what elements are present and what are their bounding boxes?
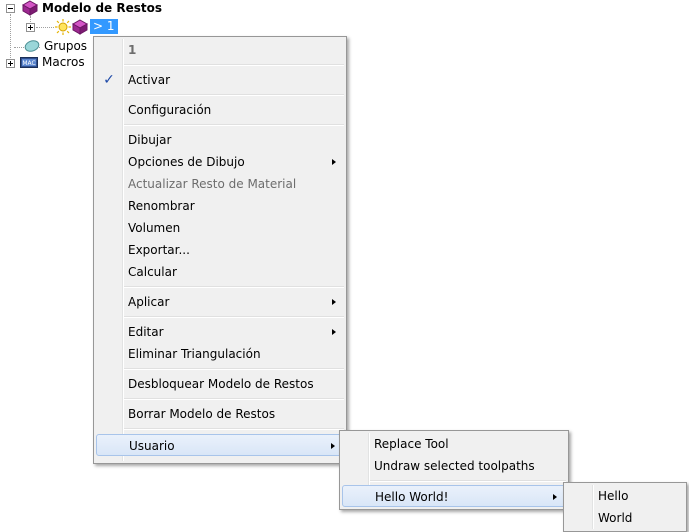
menu-item-label: Hello (598, 489, 629, 503)
menu-item-volumen[interactable]: Volumen (96, 217, 344, 239)
menu-item-label: Activar (128, 73, 171, 87)
menu-item-label: Actualizar Resto de Material (128, 177, 297, 191)
menu-item-renombrar[interactable]: Renombrar (96, 195, 344, 217)
menu-item-undraw-toolpaths[interactable]: Undraw selected toolpaths (342, 455, 566, 477)
menu-separator (124, 316, 344, 318)
menu-item-hello[interactable]: Hello (566, 485, 684, 507)
menu-item-label: Editar (128, 325, 164, 339)
menu-separator (370, 480, 566, 482)
menu-separator (124, 64, 344, 66)
usuario-submenu: Replace Tool Undraw selected toolpaths H… (339, 430, 569, 510)
menu-item-label: Eliminar Triangulación (128, 347, 261, 361)
menu-item-label: Configuración (128, 103, 212, 117)
svg-text:MAC: MAC (22, 60, 35, 67)
menu-item-label: Borrar Modelo de Restos (128, 407, 276, 421)
menu-separator (124, 94, 344, 96)
menu-header-item: 1 (96, 39, 344, 61)
tree-connector (10, 14, 11, 64)
submenu-arrow-icon (332, 329, 336, 335)
menu-item-activar[interactable]: ✓ Activar (96, 69, 344, 91)
expand-toggle[interactable] (26, 23, 35, 32)
menu-item-exportar[interactable]: Exportar... (96, 239, 344, 261)
menu-item-label: Volumen (128, 221, 181, 235)
menu-item-label: Exportar... (128, 243, 190, 257)
menu-item-borrar[interactable]: Borrar Modelo de Restos (96, 403, 344, 425)
menu-item-aplicar[interactable]: Aplicar (96, 291, 344, 313)
context-menu: 1 ✓ Activar Configuración Dibujar Opcion… (93, 36, 347, 464)
stock-model-icon (71, 19, 89, 35)
tree-groups-label[interactable]: Grupos (44, 39, 87, 53)
menu-item-label: Opciones de Dibujo (128, 155, 245, 169)
submenu-arrow-icon (331, 443, 335, 449)
submenu-arrow-icon (332, 299, 336, 305)
submenu-arrow-icon (553, 494, 557, 500)
menu-item-label: World (598, 511, 633, 525)
menu-item-usuario[interactable]: Usuario (96, 434, 344, 456)
menu-item-label: Usuario (129, 439, 175, 453)
expand-toggle[interactable] (6, 59, 15, 68)
menu-separator (124, 428, 344, 430)
menu-item-desbloquear[interactable]: Desbloquear Modelo de Restos (96, 373, 344, 395)
menu-item-label: Calcular (128, 265, 177, 279)
menu-item-eliminar-triangulacion[interactable]: Eliminar Triangulación (96, 343, 344, 365)
groups-icon (24, 40, 40, 52)
active-light-icon (55, 19, 71, 35)
menu-item-label: Hello World! (375, 490, 449, 504)
menu-item-label: Replace Tool (374, 437, 449, 451)
menu-item-actualizar-resto: Actualizar Resto de Material (96, 173, 344, 195)
tree-child-selected[interactable]: > 1 (90, 19, 118, 34)
tree-macros-label[interactable]: Macros (42, 55, 85, 69)
menu-item-calcular[interactable]: Calcular (96, 261, 344, 283)
menu-separator (124, 398, 344, 400)
stock-model-icon (21, 0, 39, 16)
menu-item-hello-world[interactable]: Hello World! (342, 485, 566, 507)
menu-item-label: Dibujar (128, 133, 172, 147)
menu-separator (124, 286, 344, 288)
menu-separator (124, 368, 344, 370)
menu-item-label: Undraw selected toolpaths (374, 459, 535, 473)
menu-item-label: Aplicar (128, 295, 170, 309)
menu-header-label: 1 (128, 43, 137, 57)
menu-item-label: Renombrar (128, 199, 195, 213)
checkmark-icon: ✓ (103, 72, 115, 88)
menu-item-opciones-dibujo[interactable]: Opciones de Dibujo (96, 151, 344, 173)
menu-item-configuracion[interactable]: Configuración (96, 99, 344, 121)
tree-root-label[interactable]: Modelo de Restos (42, 1, 162, 15)
hello-world-submenu: Hello World (563, 482, 687, 532)
collapse-toggle[interactable] (6, 4, 15, 13)
menu-item-replace-tool[interactable]: Replace Tool (342, 433, 566, 455)
submenu-arrow-icon (332, 159, 336, 165)
tree-connector (36, 27, 54, 28)
menu-item-dibujar[interactable]: Dibujar (96, 129, 344, 151)
macro-icon: MAC (20, 57, 38, 68)
menu-item-label: Desbloquear Modelo de Restos (128, 377, 314, 391)
menu-separator (124, 124, 344, 126)
menu-item-world[interactable]: World (566, 507, 684, 529)
menu-item-editar[interactable]: Editar (96, 321, 344, 343)
